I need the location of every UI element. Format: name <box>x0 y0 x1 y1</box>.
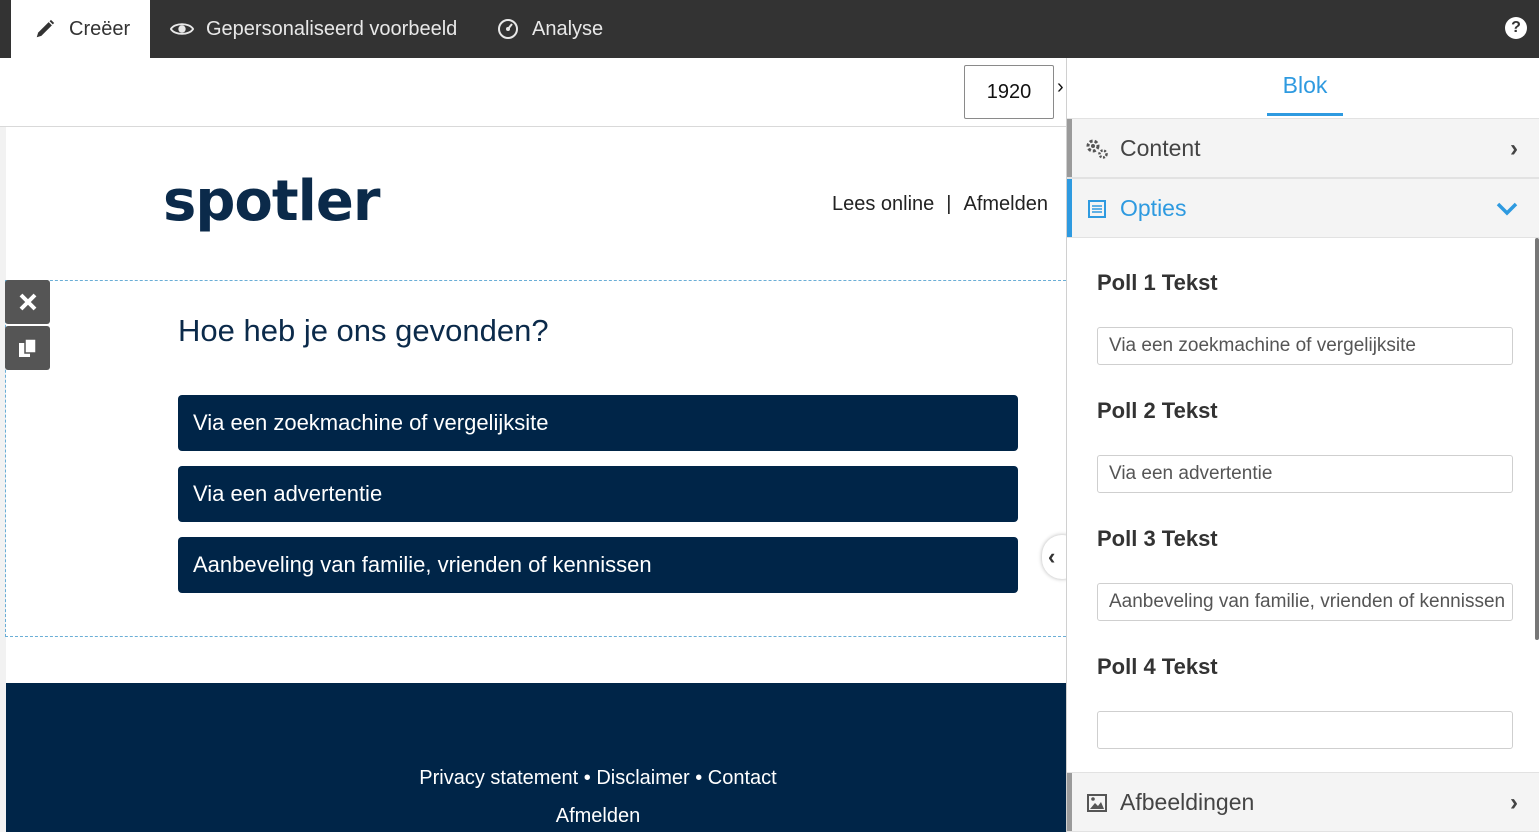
section-options[interactable]: Opties <box>1067 178 1539 238</box>
chevron-right-icon: › <box>1510 135 1518 162</box>
email-footer: Privacy statement • Disclaimer • Contact… <box>6 683 1066 832</box>
poll-2-input[interactable]: Via een advertentie <box>1097 455 1513 493</box>
properties-panel: Blok Content › Opties Poll 1 Tekst Via e… <box>1066 58 1539 832</box>
tab-analysis-label: Analyse <box>532 17 604 40</box>
tab-analysis[interactable]: Analyse <box>496 0 603 58</box>
poll-option-3[interactable]: Aanbeveling van familie, vrienden of ken… <box>178 537 1018 593</box>
poll-4-input[interactable] <box>1097 711 1513 749</box>
poll-question: Hoe heb je ons gevonden? <box>178 313 549 348</box>
section-content[interactable]: Content › <box>1067 118 1539 178</box>
read-online-link[interactable]: Lees online <box>832 193 934 216</box>
pencil-icon <box>33 17 57 41</box>
section-content-label: Content <box>1120 134 1201 161</box>
section-indicator <box>1067 773 1072 831</box>
section-indicator <box>1067 119 1072 177</box>
poll-4-label: Poll 4 Tekst <box>1097 654 1218 679</box>
eye-icon <box>170 17 194 41</box>
chevron-down-icon <box>1496 195 1518 223</box>
tab-create-label: Creëer <box>69 17 131 40</box>
top-nav-bar: Creëer Gepersonaliseerd voorbeeld Analys… <box>0 0 1539 58</box>
section-indicator <box>1067 179 1072 237</box>
tab-block[interactable]: Blok <box>1267 58 1343 116</box>
poll-3-input[interactable]: Aanbeveling van familie, vrienden of ken… <box>1097 583 1513 621</box>
chevron-right-icon: › <box>1510 789 1518 816</box>
email-canvas: spotler Lees online | Afmelden Hoe heb j… <box>0 127 1066 832</box>
poll-option-1[interactable]: Via een zoekmachine of vergelijksite <box>178 395 1018 451</box>
chevron-left-icon: ‹ <box>1048 544 1056 569</box>
section-images[interactable]: Afbeeldingen › <box>1067 772 1539 832</box>
poll-1-label: Poll 1 Tekst <box>1097 270 1218 295</box>
link-separator: | <box>946 193 952 215</box>
section-images-label: Afbeeldingen <box>1120 788 1255 815</box>
tab-personalized-preview[interactable]: Gepersonaliseerd voorbeeld <box>170 0 457 58</box>
list-icon <box>1085 197 1109 221</box>
close-icon[interactable] <box>5 280 50 324</box>
footer-links[interactable]: Privacy statement • Disclaimer • Contact <box>6 767 1066 790</box>
unsubscribe-link[interactable]: Afmelden <box>964 193 1049 216</box>
header-links: Lees online | Afmelden <box>832 193 1048 216</box>
copy-icon[interactable] <box>5 326 50 370</box>
preview-width-input[interactable]: 1920 <box>964 65 1054 119</box>
poll-1-input[interactable]: Via een zoekmachine of vergelijksite <box>1097 327 1513 365</box>
spotler-logo: spotler <box>163 169 380 234</box>
poll-3-label: Poll 3 Tekst <box>1097 526 1218 551</box>
tab-preview-label: Gepersonaliseerd voorbeeld <box>206 17 458 40</box>
options-body: Poll 1 Tekst Via een zoekmachine of verg… <box>1067 238 1539 772</box>
gears-icon <box>1085 137 1109 161</box>
gauge-icon <box>496 17 520 41</box>
editor-toolbar: 1920 › <box>0 58 1066 127</box>
image-icon <box>1085 791 1109 815</box>
poll-2-label: Poll 2 Tekst <box>1097 398 1218 423</box>
tab-create[interactable]: Creëer <box>11 0 150 58</box>
panel-scrollbar[interactable] <box>1535 238 1539 640</box>
help-icon[interactable]: ? <box>1505 17 1527 39</box>
footer-unsubscribe-link[interactable]: Afmelden <box>6 805 1066 828</box>
section-options-label: Opties <box>1120 194 1187 221</box>
poll-option-2[interactable]: Via een advertentie <box>178 466 1018 522</box>
chevron-right-icon[interactable]: › <box>1057 76 1064 99</box>
